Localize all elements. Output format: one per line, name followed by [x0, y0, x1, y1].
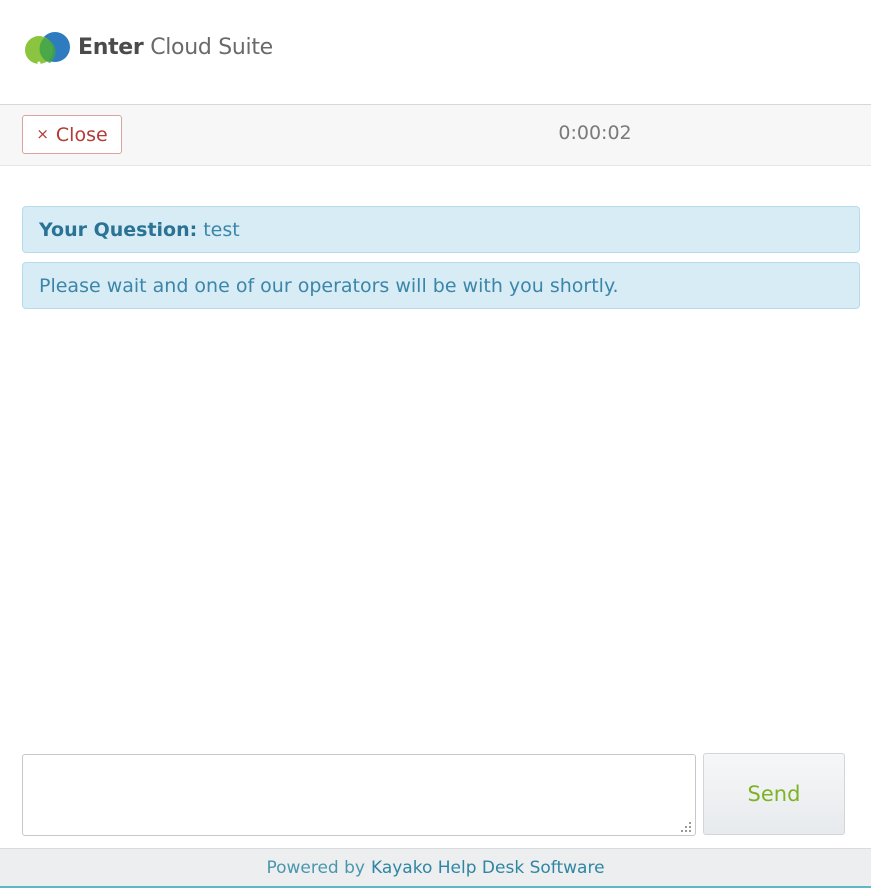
cloud-logo-icon	[25, 32, 70, 65]
send-button[interactable]: Send	[703, 753, 845, 835]
chat-timer: 0:00:02	[558, 122, 632, 144]
logo-text: Enter Cloud Suite	[78, 37, 273, 59]
logo-text-light: Cloud Suite	[150, 35, 273, 60]
wait-text: Please wait and one of our operators wil…	[39, 274, 619, 297]
question-text: test	[203, 218, 240, 241]
question-message: Your Question: test	[22, 206, 860, 253]
logo: Enter Cloud Suite	[22, 28, 273, 68]
close-button-label: Close	[55, 123, 108, 146]
send-button-label: Send	[747, 782, 801, 806]
header: Enter Cloud Suite	[0, 0, 871, 105]
logo-text-bold: Enter	[78, 35, 144, 60]
close-icon: ×	[36, 125, 49, 143]
resize-handle-icon[interactable]	[680, 821, 692, 833]
chat-window: Enter Cloud Suite × Close 0:00:02 Your Q…	[0, 0, 871, 890]
footer-prefix: Powered by	[266, 857, 365, 878]
wait-message: Please wait and one of our operators wil…	[22, 262, 860, 309]
footer: Powered by Kayako Help Desk Software	[0, 848, 871, 888]
message-input[interactable]	[22, 754, 696, 836]
toolbar: × Close 0:00:02	[0, 105, 871, 166]
question-label: Your Question:	[39, 218, 198, 241]
close-button[interactable]: × Close	[22, 115, 122, 154]
footer-link[interactable]: Kayako Help Desk Software	[371, 858, 605, 878]
